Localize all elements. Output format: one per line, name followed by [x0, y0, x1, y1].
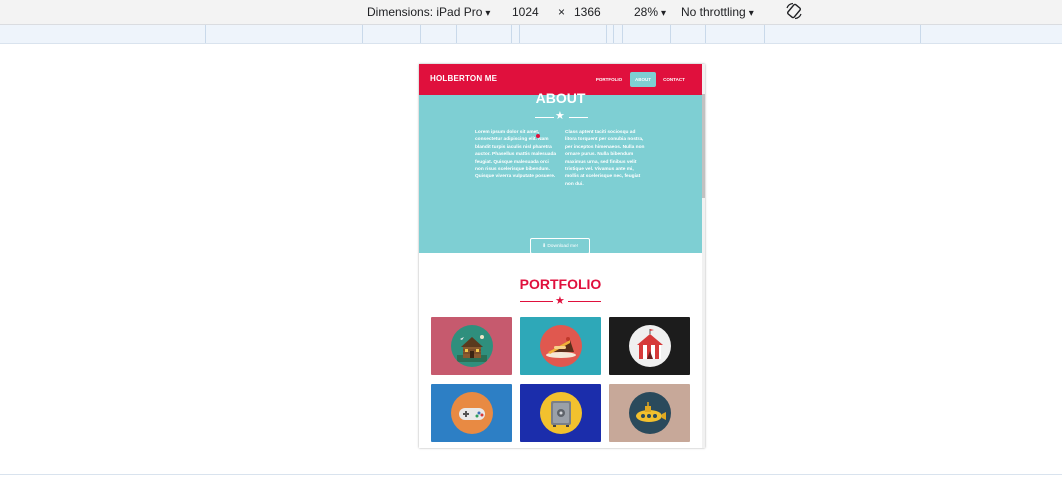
title-divider: [520, 301, 553, 302]
ruler-tick: [420, 25, 421, 43]
title-divider: [535, 117, 554, 118]
ruler-tick: [622, 25, 623, 43]
ruler-tick: [456, 25, 457, 43]
cabin-icon: [451, 325, 493, 367]
cursor-dot: [536, 134, 540, 138]
circus-icon: [629, 325, 671, 367]
chevron-down-icon: ▾: [748, 8, 754, 19]
star-icon: ★: [555, 295, 565, 307]
portfolio-item-safe[interactable]: [520, 384, 601, 442]
submarine-icon: [629, 392, 671, 434]
ruler-tick: [705, 25, 706, 43]
ruler-tick: [920, 25, 921, 43]
about-title: ABOUT: [535, 90, 586, 106]
download-label: Download me!: [547, 244, 579, 249]
brand-logo[interactable]: HOLBERTON ME: [430, 74, 497, 83]
devtools-toolbar: Dimensions: iPad Pro ▾ 1024 × 1366 28% ▾ N…: [0, 0, 1062, 25]
cake-icon: [540, 325, 582, 367]
about-text-right: Class aptent taciti sociosqu ad litora t…: [565, 130, 645, 187]
title-divider: [569, 117, 588, 118]
scroll-thumb[interactable]: [702, 94, 705, 198]
about-section: ABOUT ★ Lorem ipsum dolor sit amet, cons…: [419, 90, 702, 254]
ruler-tick: [764, 25, 765, 43]
ruler-tick: [606, 25, 607, 43]
media-query-ruler[interactable]: [0, 25, 1062, 44]
times-sign: ×: [558, 5, 566, 19]
throttling-label: No throttling: [681, 5, 746, 19]
ruler-tick: [511, 25, 512, 43]
safe-icon: [540, 392, 582, 434]
portfolio-item-gamepad[interactable]: [431, 384, 512, 442]
download-button[interactable]: ⬇ Download me!: [530, 238, 590, 254]
ruler-tick: [519, 25, 520, 43]
ruler-tick: [670, 25, 671, 43]
ruler-tick: [362, 25, 363, 43]
portfolio-title: PORTFOLIO: [519, 276, 602, 292]
width-input[interactable]: 1024: [512, 5, 539, 19]
device-viewport[interactable]: HOLBERTON ME PORTFOLIO ABOUT CONTACT ABO…: [419, 64, 705, 448]
height-input[interactable]: 1366: [574, 5, 601, 19]
portfolio-item-circus[interactable]: [609, 317, 690, 375]
nav-contact[interactable]: CONTACT: [659, 72, 689, 87]
gamepad-icon: [451, 392, 493, 434]
about-text-left: Lorem ipsum dolor sit amet, consectetur …: [475, 130, 557, 180]
throttling-select[interactable]: No throttling ▾: [681, 5, 754, 19]
ruler-tick: [613, 25, 614, 43]
chevron-down-icon: ▾: [485, 8, 491, 19]
title-divider: [568, 301, 601, 302]
nav-about[interactable]: ABOUT: [630, 72, 656, 87]
zoom-select[interactable]: 28% ▾: [634, 5, 666, 19]
portfolio-item-cake[interactable]: [520, 317, 601, 375]
device-label: Dimensions: iPad Pro: [367, 5, 483, 19]
device-select[interactable]: Dimensions: iPad Pro ▾: [367, 5, 490, 19]
star-icon: ★: [555, 110, 565, 122]
divider: [0, 474, 1062, 475]
ruler-tick: [205, 25, 206, 43]
portfolio-item-submarine[interactable]: [609, 384, 690, 442]
zoom-label: 28%: [634, 5, 659, 19]
portfolio-item-cabin[interactable]: [431, 317, 512, 375]
nav-portfolio[interactable]: PORTFOLIO: [593, 72, 625, 87]
rotate-icon[interactable]: [785, 2, 803, 20]
chevron-down-icon: ▾: [661, 8, 667, 19]
